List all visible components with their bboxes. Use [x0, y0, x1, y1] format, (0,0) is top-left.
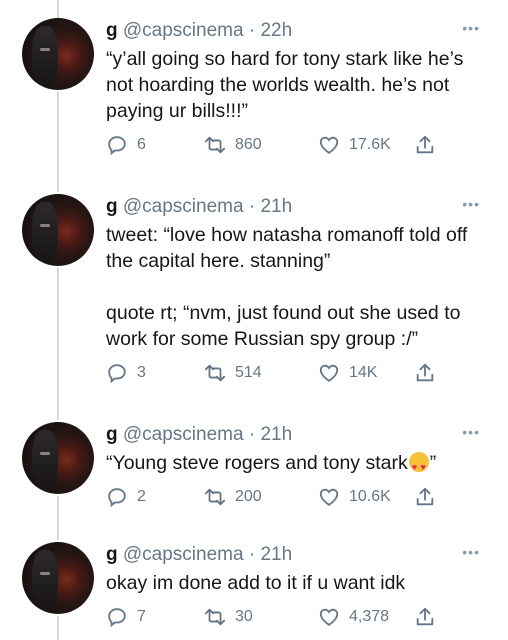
tweet-header: g @capscinema · 21h: [106, 194, 480, 220]
tweet-actions: 6 860 17.6K: [106, 134, 480, 160]
timestamp[interactable]: 21h: [260, 424, 292, 445]
reply-icon: [108, 488, 126, 508]
tweet-header: g @capscinema · 22h: [106, 18, 480, 44]
retweet-count: 514: [235, 364, 262, 381]
thread-line-top: [57, 0, 59, 18]
reply-count: 2: [137, 488, 146, 505]
share-icon: [416, 487, 434, 506]
avatar[interactable]: [22, 18, 94, 90]
user-handle[interactable]: @capscinema: [123, 196, 244, 217]
retweet-icon: [204, 608, 226, 626]
share-button[interactable]: [414, 606, 445, 628]
avatar[interactable]: [22, 542, 94, 614]
retweet-button[interactable]: 30: [204, 606, 253, 628]
tweet-text-main: “Young steve rogers and tony stark: [106, 452, 408, 474]
heart-icon: [319, 136, 339, 154]
tweet-actions: 2 200 10.6K: [106, 486, 480, 512]
display-name[interactable]: g: [106, 196, 118, 217]
timestamp[interactable]: 21h: [260, 196, 292, 217]
tweet-text: okay im done add to it if u want idk: [106, 572, 406, 594]
reply-count: 7: [137, 608, 146, 625]
heart-icon: [319, 488, 339, 506]
thread-line-bottom: [57, 616, 59, 640]
reply-icon: [108, 136, 126, 156]
display-name[interactable]: g: [106, 544, 118, 565]
retweet-count: 860: [235, 136, 262, 153]
share-icon: [416, 607, 434, 626]
like-button[interactable]: 17.6K: [318, 134, 391, 156]
share-button[interactable]: [414, 362, 445, 384]
like-count: 17.6K: [349, 136, 391, 153]
reply-count: 6: [137, 136, 146, 153]
avatar[interactable]: [22, 194, 94, 266]
heart-icon: [319, 364, 339, 382]
timestamp[interactable]: 21h: [260, 544, 292, 565]
share-icon: [416, 363, 434, 382]
tweet-header: g @capscinema · 21h: [106, 542, 480, 568]
more-options-icon[interactable]: •••: [462, 20, 480, 36]
more-options-icon[interactable]: •••: [462, 424, 480, 440]
retweet-count: 30: [235, 608, 253, 625]
share-button[interactable]: [414, 486, 445, 508]
user-handle[interactable]: @capscinema: [123, 20, 244, 41]
tweet-text: tweet: “love how natasha romanoff told o…: [106, 224, 468, 350]
more-options-icon[interactable]: •••: [462, 196, 480, 212]
like-count: 10.6K: [349, 488, 391, 505]
tweet-actions: 7 30 4,378: [106, 606, 480, 632]
tweet-text-end: ”: [429, 452, 437, 474]
tweet-text: “Young steve rogers and tony stark ”: [106, 450, 480, 480]
thread-line-3: [57, 496, 59, 540]
separator-dot: ·: [248, 196, 256, 217]
user-handle[interactable]: @capscinema: [123, 424, 244, 445]
separator-dot: ·: [248, 424, 256, 445]
reply-icon: [108, 608, 126, 628]
thread-line-2: [57, 268, 59, 420]
retweet-icon: [204, 364, 226, 382]
heart-icon: [319, 608, 339, 626]
heart-eyes-emoji-icon: [408, 452, 429, 480]
tweet-actions: 3 514 14K: [106, 362, 480, 388]
user-handle[interactable]: @capscinema: [123, 544, 244, 565]
display-name[interactable]: g: [106, 20, 118, 41]
more-options-icon[interactable]: •••: [462, 544, 480, 560]
retweet-icon: [204, 136, 226, 154]
like-button[interactable]: 10.6K: [318, 486, 391, 508]
reply-icon: [108, 364, 126, 384]
reply-button[interactable]: 2: [106, 486, 146, 508]
share-icon: [416, 135, 434, 154]
like-button[interactable]: 4,378: [318, 606, 389, 628]
like-count: 14K: [349, 364, 378, 381]
share-button[interactable]: [414, 134, 445, 156]
tweet-header: g @capscinema · 21h: [106, 422, 480, 448]
reply-button[interactable]: 3: [106, 362, 146, 384]
avatar[interactable]: [22, 422, 94, 494]
like-button[interactable]: 14K: [318, 362, 377, 384]
display-name[interactable]: g: [106, 424, 118, 445]
separator-dot: ·: [248, 544, 256, 565]
retweet-icon: [204, 488, 226, 506]
like-count: 4,378: [349, 608, 390, 625]
reply-button[interactable]: 7: [106, 606, 146, 628]
retweet-button[interactable]: 860: [204, 134, 262, 156]
retweet-button[interactable]: 514: [204, 362, 262, 384]
retweet-count: 200: [235, 488, 262, 505]
reply-count: 3: [137, 364, 146, 381]
timestamp[interactable]: 22h: [260, 20, 292, 41]
thread-line-1: [57, 92, 59, 192]
tweet-text: “y’all going so hard for tony stark like…: [106, 48, 469, 122]
separator-dot: ·: [248, 20, 256, 41]
retweet-button[interactable]: 200: [204, 486, 262, 508]
reply-button[interactable]: 6: [106, 134, 146, 156]
